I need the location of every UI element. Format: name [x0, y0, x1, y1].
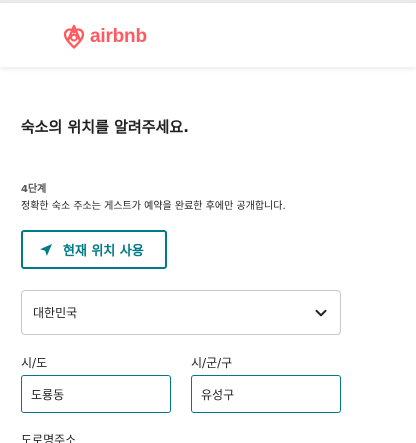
country-select-value: 대한민국 — [33, 306, 78, 320]
state-field-label: 시/도 — [21, 356, 48, 370]
chevron-down-icon — [315, 309, 327, 316]
state-input[interactable]: 도룡동 — [21, 375, 171, 413]
city-field-label: 시/군/구 — [191, 356, 233, 370]
use-current-location-label: 현재 위치 사용 — [63, 244, 144, 259]
logo-text: airbnb — [90, 26, 147, 47]
country-select[interactable]: 대한민국 — [21, 290, 341, 335]
step-description: 정확한 숙소 주소는 게스트가 예약을 완료한 후에만 공개합니다. — [21, 201, 286, 212]
step-label: 4단계 — [21, 184, 47, 195]
city-input[interactable]: 유성구 — [191, 375, 341, 413]
airbnb-logo[interactable]: airbnb — [62, 23, 147, 51]
page: airbnb 숙소의 위치를 알려주세요. 4단계 정확한 숙소 주소는 게스트… — [0, 0, 416, 443]
use-current-location-button[interactable]: 현재 위치 사용 — [21, 230, 167, 269]
navigation-arrow-icon — [40, 243, 52, 256]
street-address-label: 도로명주소 — [21, 433, 77, 443]
page-title: 숙소의 위치를 알려주세요. — [21, 118, 189, 136]
header: airbnb — [0, 3, 416, 67]
airbnb-belo-icon — [63, 24, 85, 49]
